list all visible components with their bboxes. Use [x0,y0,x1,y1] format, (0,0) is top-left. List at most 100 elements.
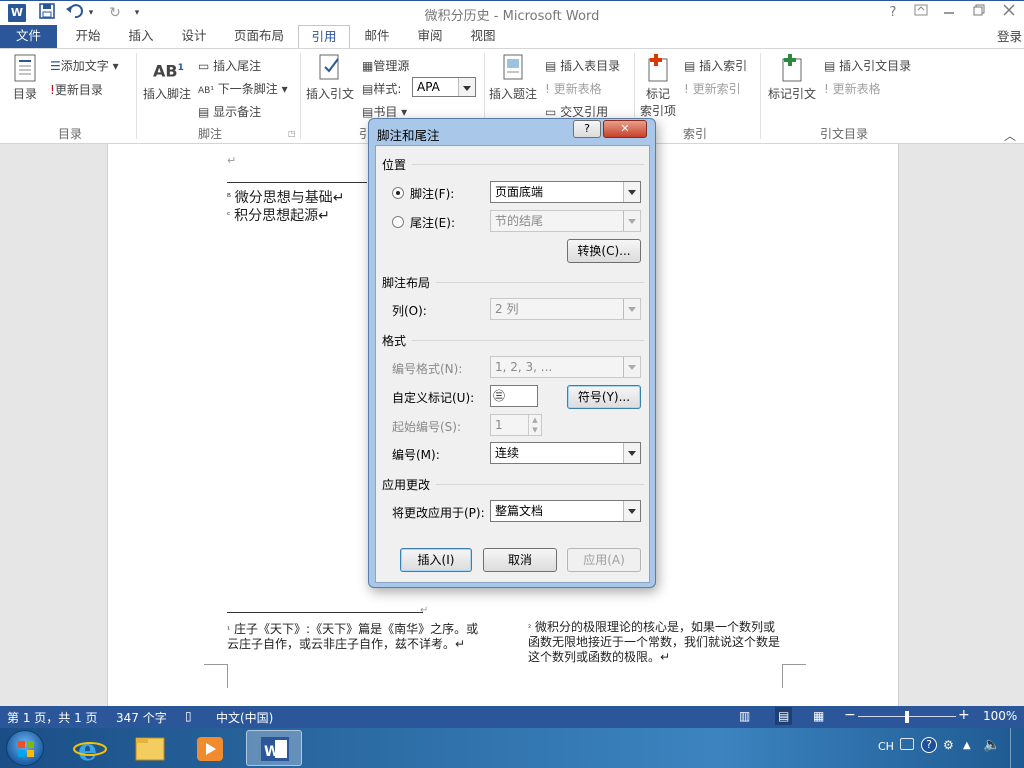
dialog-help-button[interactable]: ? [573,120,601,138]
style-selector[interactable]: ▤样式: [362,80,401,97]
customize-qat-icon[interactable]: ▾ [130,3,144,23]
columns-select[interactable]: 2 列 [490,298,641,320]
file-explorer-icon[interactable] [122,730,178,766]
start-at-spinner[interactable]: 1 ▲ ▼ [490,414,542,436]
update-toc-button[interactable]: !更新目录 [50,81,103,98]
page-count[interactable]: 第 1 页，共 1 页 [7,709,98,726]
manage-sources-button[interactable]: ▦管理源 [362,57,409,74]
close-window-icon[interactable] [996,3,1022,23]
endnote-radio[interactable] [392,216,404,228]
paragraph-mark: ↵ [227,154,237,167]
input-language-indicator[interactable]: CH [878,740,894,753]
redo-icon[interactable]: ↻ [104,3,126,23]
tab-view[interactable]: 视图 [458,25,508,49]
volume-icon[interactable]: 🔈 [983,737,1000,753]
tab-references[interactable]: 引用 [298,25,350,50]
tab-home[interactable]: 开始 [62,25,114,49]
tab-design[interactable]: 设计 [168,25,220,49]
update-index-button[interactable]: ! 更新索引 [684,80,741,97]
footnote-dialog-launcher-icon[interactable]: ◳ [288,129,296,138]
mark-citation-button[interactable]: 标记引文 [764,53,820,102]
start-button-icon[interactable] [6,730,44,766]
help-tray-icon[interactable]: ? [921,737,937,753]
show-desktop-button[interactable] [1010,728,1024,768]
tab-file[interactable]: 文件 [0,25,57,49]
tray-settings-icon[interactable]: ⚙ [943,738,954,752]
help-icon[interactable]: ? [880,3,906,23]
media-player-icon[interactable] [182,730,238,766]
tab-mailings[interactable]: 邮件 [352,25,402,49]
help-icon: ? [584,122,590,135]
mark-entry-button[interactable]: 标记 索引项 [638,53,678,119]
show-notes-button[interactable]: ▤ 显示备注 [198,103,261,120]
chevron-down-icon[interactable] [623,357,640,377]
restore-icon[interactable] [966,3,992,23]
convert-button[interactable]: 转换(C)... [567,239,641,263]
next-footnote-label: 下一条脚注 [217,82,278,96]
spinner-arrows-icon[interactable]: ▲ ▼ [528,415,541,435]
numbering-select[interactable]: 连续 [490,442,641,464]
tab-review[interactable]: 审阅 [404,25,456,49]
read-mode-icon[interactable]: ▥ [739,709,750,723]
footnote-radio[interactable] [392,187,404,199]
chevron-down-icon[interactable] [458,78,475,96]
save-icon[interactable] [36,3,58,23]
insert-toa-button[interactable]: ▤ 插入引文目录 [824,57,911,74]
number-format-select[interactable]: 1, 2, 3, ... [490,356,641,378]
zoom-out-icon[interactable]: − [844,707,856,723]
word-app-icon[interactable]: W [8,4,26,22]
footnote-location-select[interactable]: 页面底端 [490,181,641,203]
insert-footnote-button[interactable]: AB1 插入脚注 [142,53,192,102]
tab-page-layout[interactable]: 页面布局 [222,25,296,49]
dialog-close-button[interactable]: ✕ [603,120,647,138]
show-hidden-icons[interactable]: ▲ [963,740,971,751]
apply-to-select[interactable]: 整篇文档 [490,500,641,522]
proofing-icon[interactable]: ▯ [185,709,192,723]
divider [436,282,644,283]
insert-endnote-button[interactable]: ▭ 插入尾注 [198,57,261,74]
citation-style-combo[interactable]: APA [412,77,476,97]
chevron-down-icon[interactable] [623,211,640,231]
footnotes-group-label: 脚注 [197,127,222,141]
chevron-down-icon[interactable] [623,299,640,319]
insert-caption-button[interactable]: 插入题注 [488,53,538,102]
minimize-icon[interactable] [936,3,962,23]
web-layout-icon[interactable]: ▦ [813,709,824,723]
add-text-button[interactable]: ☰添加文字 ▾ [50,57,119,74]
collapse-ribbon-icon[interactable]: ︿ [1004,127,1016,144]
bottom-note-right-mark: ² [528,623,532,632]
chevron-down-icon[interactable] [623,501,640,521]
chevron-down-icon[interactable] [623,443,640,463]
endnote-location-select[interactable]: 节的结尾 [490,210,641,232]
insert-citation-button[interactable]: 插入引文 [304,53,356,102]
internet-explorer-icon[interactable]: e [62,730,118,768]
keyboard-icon[interactable] [900,738,914,750]
word-taskbar-icon[interactable]: W [246,730,302,766]
undo-dropdown-icon[interactable]: ▾ [86,3,96,23]
cancel-button[interactable]: 取消 [483,548,557,572]
apply-button[interactable]: 应用(A) [567,548,641,572]
zoom-level[interactable]: 100% [983,709,1017,723]
language-indicator[interactable]: 中文(中国) [216,709,273,726]
insert-index-button[interactable]: ▤ 插入索引 [684,57,747,74]
dialog-body: 位置 脚注(F): 页面底端 尾注(E): 节的结尾 转换(C)... 脚注布局… [375,145,650,583]
citation-style-value: APA [417,80,440,94]
tab-insert[interactable]: 插入 [116,25,166,49]
next-footnote-button[interactable]: AB¹ 下一条脚注 ▾ [198,80,288,97]
symbol-button[interactable]: 符号(Y)... [567,385,641,409]
undo-icon[interactable] [64,3,86,23]
insert-table-of-figures-button[interactable]: ▤ 插入表目录 [545,57,620,74]
print-layout-icon[interactable]: ▤ [775,707,793,725]
chevron-down-icon[interactable] [623,182,640,202]
update-table-button[interactable]: ! 更新表格 [545,80,602,97]
word-count[interactable]: 347 个字 [116,709,167,726]
insert-button[interactable]: 插入(I) [400,548,472,572]
sign-in-link[interactable]: 登录 [997,26,1022,45]
update-toa-button[interactable]: ! 更新表格 [824,80,881,97]
zoom-in-icon[interactable]: + [958,707,970,723]
toc-button[interactable]: 目录 [6,53,44,102]
apply-to-value: 整篇文档 [495,504,544,518]
custom-mark-input[interactable]: ㊂ [490,385,538,407]
zoom-slider-thumb[interactable] [905,711,909,723]
ribbon-display-icon[interactable] [908,3,934,23]
